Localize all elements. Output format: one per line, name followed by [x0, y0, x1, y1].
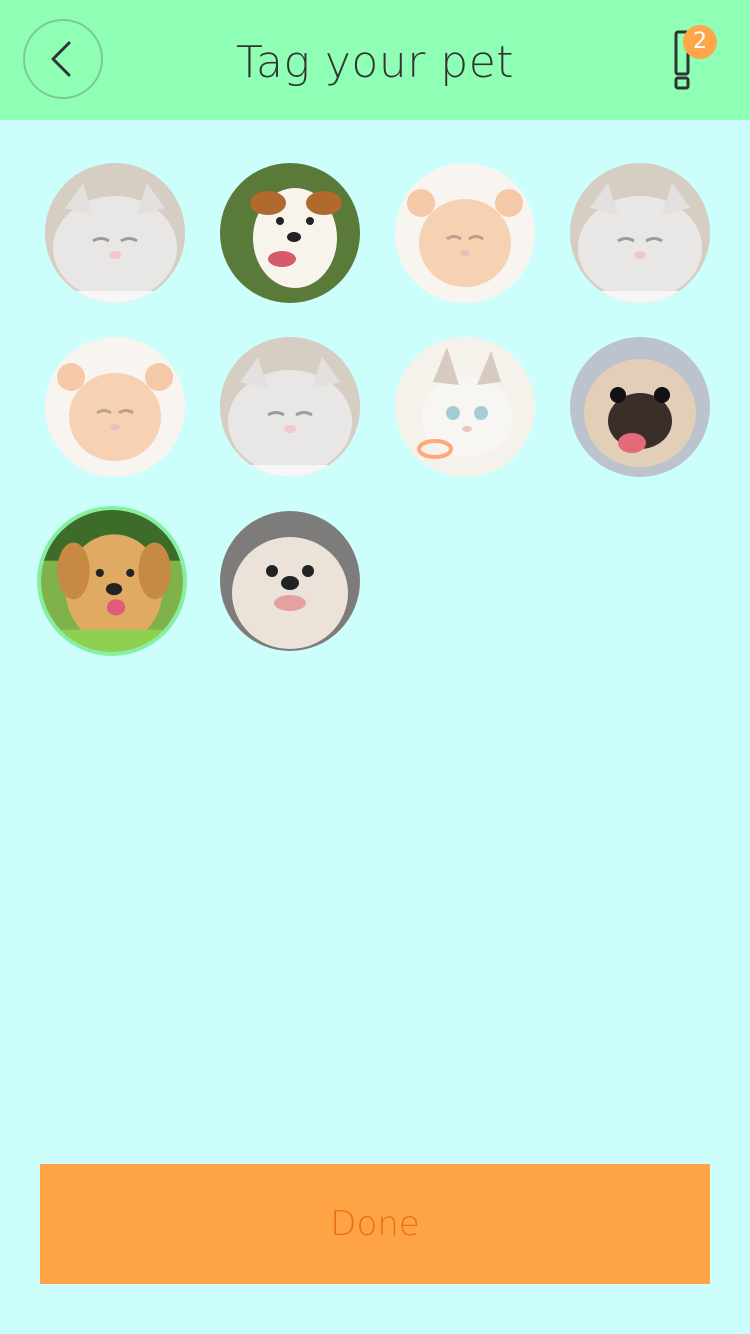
pet-avatar-kitten-orange[interactable] — [395, 163, 535, 303]
pet-avatar-cat-grey[interactable] — [220, 337, 360, 477]
done-button[interactable]: Done — [40, 1164, 710, 1284]
pet-avatar-kitten-orange[interactable] — [45, 337, 185, 477]
pet-fade-overlay — [45, 163, 185, 303]
pet-fade-overlay — [395, 163, 535, 303]
pet-avatar-kitten-siamese[interactable] — [395, 337, 535, 477]
pet-fade-overlay — [220, 337, 360, 477]
notification-badge: 2 — [683, 25, 717, 59]
pet-photo — [220, 511, 360, 651]
pet-photo — [570, 337, 710, 477]
pet-avatar-cat-grey[interactable] — [45, 163, 185, 303]
pet-photo — [220, 163, 360, 303]
header-bar: Tag your pet 2 — [0, 0, 750, 120]
page-title: Tag your pet — [235, 37, 515, 88]
pet-fade-overlay — [395, 337, 535, 477]
pet-avatar-dog-terrier[interactable] — [220, 163, 360, 303]
pet-avatar-dog-pug[interactable] — [570, 337, 710, 477]
pet-avatar-dog-golden-retriever[interactable] — [37, 506, 187, 656]
pet-fade-overlay — [45, 337, 185, 477]
pet-avatar-cat-grey[interactable] — [570, 163, 710, 303]
pet-avatar-dog-shih-tzu[interactable] — [220, 511, 360, 651]
pet-photo — [41, 510, 183, 652]
pet-fade-overlay — [570, 163, 710, 303]
